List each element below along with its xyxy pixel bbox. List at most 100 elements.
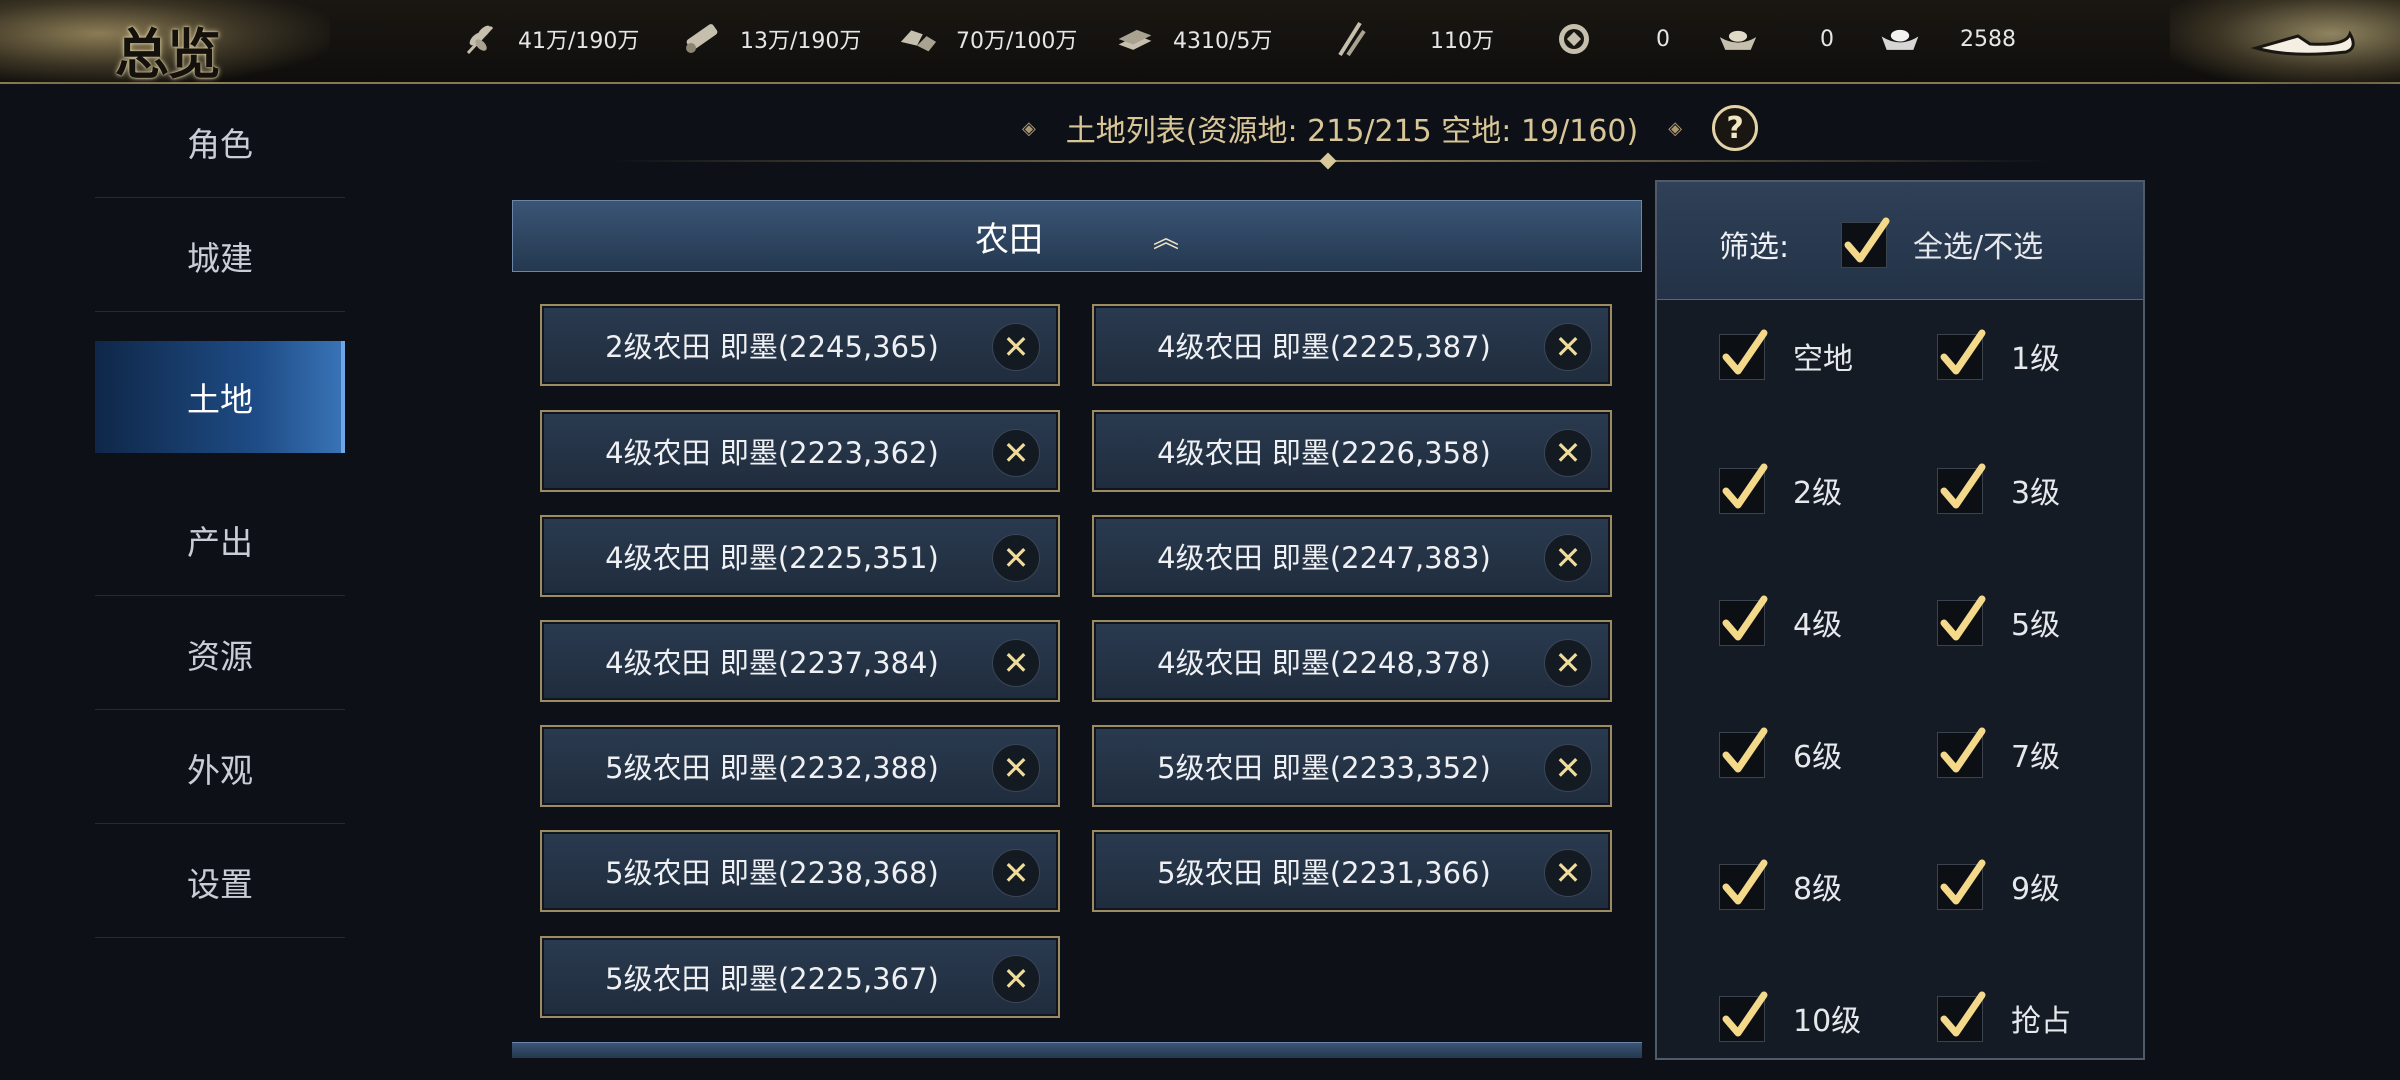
- remove-button[interactable]: ✕: [992, 429, 1040, 477]
- land-label: 4级农田 即墨(2247,383): [1157, 541, 1491, 575]
- land-label: 4级农田 即墨(2225,387): [1157, 330, 1491, 364]
- list-item[interactable]: 4级农田 即墨(2237,384) ✕: [540, 620, 1060, 702]
- remove-button[interactable]: ✕: [992, 744, 1040, 792]
- land-list-title: 土地列表(资源地: 215/215 空地: 19/160): [1065, 114, 1639, 149]
- filter-checkbox-level1[interactable]: [1937, 329, 1986, 380]
- filter-checkbox-level5[interactable]: [1937, 595, 1986, 646]
- list-item[interactable]: 2级农田 即墨(2245,365) ✕: [540, 304, 1060, 386]
- check-icon: [1844, 217, 1890, 263]
- check-icon: [1940, 463, 1986, 509]
- check-icon: [1940, 991, 1986, 1037]
- filter-panel: 筛选: 全选/不选 空地 1级 2级 3级 4级 5级 6级 7级 8级 9级 …: [1655, 180, 2145, 1060]
- filter-option-label: 6级: [1793, 740, 1843, 775]
- sidebar-item-output[interactable]: 产出: [95, 484, 345, 596]
- ornament-left-icon: ◈: [1021, 117, 1036, 139]
- list-item[interactable]: 4级农田 即墨(2248,378) ✕: [1092, 620, 1612, 702]
- filter-option-label: 5级: [2011, 608, 2061, 643]
- remove-button[interactable]: ✕: [992, 639, 1040, 687]
- resource-wood: 13万/190万: [682, 0, 861, 78]
- land-label: 5级农田 即墨(2233,352): [1157, 751, 1491, 785]
- land-label: 5级农田 即墨(2238,368): [605, 856, 939, 890]
- filter-checkbox-empty[interactable]: [1719, 329, 1768, 380]
- remove-button[interactable]: ✕: [1544, 429, 1592, 477]
- filter-option-label: 3级: [2011, 476, 2061, 511]
- check-icon: [1940, 859, 1986, 905]
- check-icon: [1722, 595, 1768, 641]
- resource-value: 70万/100万: [956, 29, 1078, 54]
- resource-gold-ingot: 0: [1718, 0, 1834, 78]
- land-label: 5级农田 即墨(2225,367): [605, 962, 939, 996]
- sidebar-item-role[interactable]: 角色: [95, 86, 345, 198]
- help-button[interactable]: ?: [1712, 105, 1759, 151]
- filter-option-label: 空地: [1793, 342, 1853, 377]
- stone-icon: [898, 19, 938, 59]
- remove-button[interactable]: ✕: [992, 534, 1040, 582]
- next-section-header[interactable]: [512, 1042, 1642, 1058]
- remove-button[interactable]: ✕: [1544, 534, 1592, 582]
- list-item[interactable]: 4级农田 即墨(2223,362) ✕: [540, 410, 1060, 492]
- list-item[interactable]: 4级农田 即墨(2247,383) ✕: [1092, 515, 1612, 597]
- resource-value: 4310/5万: [1173, 29, 1273, 54]
- filter-checkbox-level3[interactable]: [1937, 463, 1986, 514]
- land-label: 4级农田 即墨(2248,378): [1157, 646, 1491, 680]
- filter-checkbox-level2[interactable]: [1719, 463, 1768, 514]
- resource-value: 0: [1820, 26, 1834, 52]
- filter-checkbox-level10[interactable]: [1719, 991, 1768, 1042]
- resource-troops: 110万: [1330, 0, 1494, 78]
- sidebar-item-label: 城建: [187, 238, 253, 278]
- silver-ingot-icon: [1880, 19, 1920, 59]
- remove-button[interactable]: ✕: [992, 849, 1040, 897]
- farmland-section-header[interactable]: 农田 ︽: [512, 200, 1642, 272]
- list-item[interactable]: 5级农田 即墨(2232,388) ✕: [540, 725, 1060, 807]
- sidebar-item-land[interactable]: 土地: [95, 341, 345, 453]
- filter-option-label: 1级: [2011, 342, 2061, 377]
- sidebar-item-label: 资源: [187, 636, 253, 676]
- resource-silver-ingot: 2588: [1880, 0, 2016, 78]
- remove-button[interactable]: ✕: [1544, 849, 1592, 897]
- check-icon: [1722, 463, 1768, 509]
- filter-label: 筛选:: [1719, 230, 1790, 265]
- filter-checkbox-occupied[interactable]: [1937, 991, 1986, 1042]
- sidebar-item-settings[interactable]: 设置: [95, 826, 345, 938]
- gold-ingot-icon: [1718, 19, 1758, 59]
- check-icon: [1722, 329, 1768, 375]
- filter-checkbox-level9[interactable]: [1937, 859, 1986, 910]
- sidebar-item-label: 外观: [187, 750, 253, 790]
- list-item[interactable]: 4级农田 即墨(2225,351) ✕: [540, 515, 1060, 597]
- list-item[interactable]: 5级农田 即墨(2238,368) ✕: [540, 830, 1060, 912]
- sidebar-item-resources[interactable]: 资源: [95, 598, 345, 710]
- list-item[interactable]: 5级农田 即墨(2225,367) ✕: [540, 936, 1060, 1018]
- check-icon: [1940, 329, 1986, 375]
- list-item[interactable]: 4级农田 即墨(2226,358) ✕: [1092, 410, 1612, 492]
- sidebar: 角色 城建 土地 产出 资源 外观 设置: [95, 86, 345, 938]
- sidebar-item-appearance[interactable]: 外观: [95, 712, 345, 824]
- land-label: 4级农田 即墨(2226,358): [1157, 436, 1491, 470]
- filter-option-label: 10级: [1793, 1004, 1862, 1039]
- back-button[interactable]: [2250, 18, 2360, 64]
- sidebar-item-city[interactable]: 城建: [95, 200, 345, 312]
- filter-option-label: 7级: [2011, 740, 2061, 775]
- filter-checkbox-level4[interactable]: [1719, 595, 1768, 646]
- list-item[interactable]: 5级农田 即墨(2233,352) ✕: [1092, 725, 1612, 807]
- remove-button[interactable]: ✕: [1544, 323, 1592, 371]
- remove-button[interactable]: ✕: [1544, 639, 1592, 687]
- check-icon: [1940, 595, 1986, 641]
- filter-checkbox-level7[interactable]: [1937, 727, 1986, 778]
- grain-icon: [460, 19, 500, 59]
- remove-button[interactable]: ✕: [1544, 744, 1592, 792]
- remove-button[interactable]: ✕: [992, 955, 1040, 1003]
- collapse-chevron-icon: ︽: [1152, 223, 1179, 254]
- list-item[interactable]: 4级农田 即墨(2225,387) ✕: [1092, 304, 1612, 386]
- remove-button[interactable]: ✕: [992, 323, 1040, 371]
- top-bar: 总览 41万/190万 13万/190万 70万/100万 4310/5万 11…: [0, 0, 2400, 86]
- select-all-checkbox[interactable]: [1841, 217, 1890, 268]
- filter-header: 筛选: 全选/不选: [1657, 182, 2143, 300]
- land-label: 5级农田 即墨(2231,366): [1157, 856, 1491, 890]
- ornament-right-icon: ◈: [1668, 117, 1683, 139]
- filter-checkbox-level6[interactable]: [1719, 727, 1768, 778]
- filter-option-label: 9级: [2011, 872, 2061, 907]
- resource-coin: 0: [1554, 0, 1670, 78]
- list-item[interactable]: 5级农田 即墨(2231,366) ✕: [1092, 830, 1612, 912]
- sidebar-item-label: 土地: [187, 380, 253, 419]
- filter-checkbox-level8[interactable]: [1719, 859, 1768, 910]
